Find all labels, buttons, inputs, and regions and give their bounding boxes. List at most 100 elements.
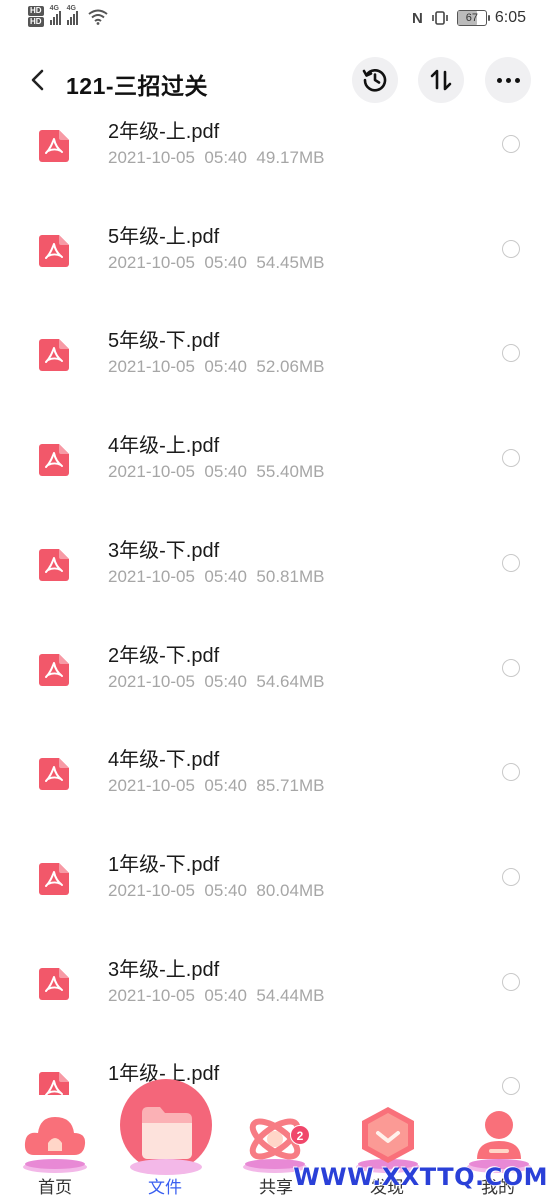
file-row[interactable]: 3年级-上.pdf 2021-10-05 05:40 54.44MB [0, 948, 554, 1053]
wifi-icon [87, 9, 108, 25]
file-date: 2021-10-05 [108, 671, 195, 691]
nav-files[interactable]: 文件 [110, 1079, 220, 1200]
file-size: 54.45MB [256, 252, 325, 272]
file-name: 4年级-上.pdf [108, 435, 220, 458]
file-row[interactable]: 2年级-上.pdf 2021-10-05 05:40 49.17MB [0, 110, 554, 215]
file-meta: 2021-10-05 05:40 55.40MB [108, 462, 324, 482]
file-meta: 2021-10-05 05:40 54.64MB [108, 672, 324, 692]
select-radio[interactable] [502, 553, 520, 572]
select-radio[interactable] [502, 658, 520, 677]
chevron-left-icon [31, 69, 44, 91]
file-meta: 2021-10-05 05:40 54.45MB [108, 253, 324, 273]
vibrate-icon [432, 11, 448, 25]
pdf-file-icon [39, 758, 69, 791]
file-size: 55.40MB [256, 462, 325, 482]
file-size: 85.71MB [256, 776, 325, 796]
file-time: 05:40 [204, 252, 247, 272]
signal-1-label: 4G [49, 4, 59, 12]
history-button[interactable] [352, 57, 398, 103]
file-row[interactable]: 1年级-上.pdf [0, 1052, 554, 1095]
file-name: 3年级-上.pdf [108, 958, 220, 981]
file-date: 2021-10-05 [108, 252, 195, 272]
file-date: 2021-10-05 [108, 566, 195, 586]
select-radio[interactable] [502, 763, 520, 782]
file-name: 1年级-下.pdf [108, 853, 220, 876]
nfc-icon: N [412, 9, 423, 27]
file-time: 05:40 [204, 462, 247, 482]
file-meta: 2021-10-05 05:40 80.04MB [108, 881, 324, 901]
select-radio[interactable] [502, 239, 520, 258]
pdf-file-icon [39, 862, 69, 895]
file-name: 4年级-下.pdf [108, 749, 220, 772]
hd-badge-2: HD [28, 17, 44, 27]
pdf-file-icon [39, 548, 69, 581]
select-radio[interactable] [502, 449, 520, 468]
file-meta: 2021-10-05 05:40 52.06MB [108, 357, 324, 377]
page-title: 121-三招过关 [66, 73, 209, 99]
file-row[interactable]: 2年级-下.pdf 2021-10-05 05:40 54.64MB [0, 634, 554, 739]
select-radio[interactable] [502, 1077, 520, 1095]
file-meta: 2021-10-05 05:40 85.71MB [108, 776, 324, 796]
pdf-file-icon [39, 653, 69, 686]
more-icon [496, 77, 520, 83]
file-date: 2021-10-05 [108, 148, 195, 167]
file-row[interactable]: 4年级-下.pdf 2021-10-05 05:40 85.71MB [0, 738, 554, 843]
share-badge: 2 [290, 1125, 310, 1145]
file-time: 05:40 [204, 357, 247, 377]
file-row[interactable]: 3年级-下.pdf 2021-10-05 05:40 50.81MB [0, 529, 554, 634]
pdf-file-icon [39, 339, 69, 372]
pdf-file-icon [39, 234, 69, 267]
pdf-file-icon [39, 1072, 69, 1095]
file-time: 05:40 [204, 148, 247, 167]
file-size: 80.04MB [256, 880, 325, 900]
battery-icon: 67 [456, 10, 490, 26]
nav-home[interactable]: 首页 [0, 1095, 110, 1200]
signal-2-label: 4G [66, 4, 76, 12]
sort-icon [430, 69, 452, 91]
file-row[interactable]: 4年级-上.pdf 2021-10-05 05:40 55.40MB [0, 424, 554, 529]
back-button[interactable] [22, 65, 52, 95]
file-list[interactable]: 2年级-上.pdf 2021-10-05 05:40 49.17MB 5年级-上… [0, 110, 554, 1095]
pdf-file-icon [39, 967, 69, 1000]
file-name: 2年级-上.pdf [108, 121, 220, 143]
watermark: WWW.XXTTQ.COM [293, 1163, 548, 1191]
file-meta: 2021-10-05 05:40 49.17MB [108, 148, 324, 168]
file-size: 52.06MB [256, 357, 325, 377]
pdf-file-icon [39, 130, 69, 162]
file-date: 2021-10-05 [108, 357, 195, 377]
file-name: 5年级-下.pdf [108, 330, 220, 353]
file-row[interactable]: 1年级-下.pdf 2021-10-05 05:40 80.04MB [0, 843, 554, 948]
select-radio[interactable] [502, 344, 520, 363]
folder-files-icon [120, 1079, 212, 1175]
file-date: 2021-10-05 [108, 462, 195, 482]
nav-home-label: 首页 [38, 1178, 72, 1197]
select-radio[interactable] [502, 972, 520, 991]
clock: 6:05 [494, 9, 526, 26]
header: 121-三招过关 [0, 55, 554, 107]
file-name: 2年级-下.pdf [108, 644, 220, 667]
file-time: 05:40 [204, 985, 247, 1005]
file-time: 05:40 [204, 880, 247, 900]
select-radio[interactable] [502, 135, 520, 153]
select-radio[interactable] [502, 867, 520, 886]
file-row[interactable]: 5年级-上.pdf 2021-10-05 05:40 54.45MB [0, 215, 554, 320]
status-bar: HD HD 4G 4G N 67 6:05 [0, 0, 554, 40]
battery-level: 67 [465, 12, 478, 24]
signal-icon-2: 4G [66, 5, 78, 25]
file-size: 49.17MB [256, 148, 325, 167]
file-date: 2021-10-05 [108, 776, 195, 796]
more-button[interactable] [485, 57, 531, 103]
file-size: 54.44MB [256, 985, 325, 1005]
file-time: 05:40 [204, 566, 247, 586]
file-size: 50.81MB [256, 566, 325, 586]
sort-button[interactable] [418, 57, 464, 103]
file-name: 5年级-上.pdf [108, 225, 220, 248]
file-row[interactable]: 5年级-下.pdf 2021-10-05 05:40 52.06MB [0, 319, 554, 424]
file-date: 2021-10-05 [108, 880, 195, 900]
hd-badge-1: HD [28, 6, 44, 16]
file-date: 2021-10-05 [108, 985, 195, 1005]
file-meta: 2021-10-05 05:40 54.44MB [108, 986, 324, 1006]
cloud-home-icon [23, 1117, 87, 1173]
file-time: 05:40 [204, 671, 247, 691]
file-size: 54.64MB [256, 671, 325, 691]
